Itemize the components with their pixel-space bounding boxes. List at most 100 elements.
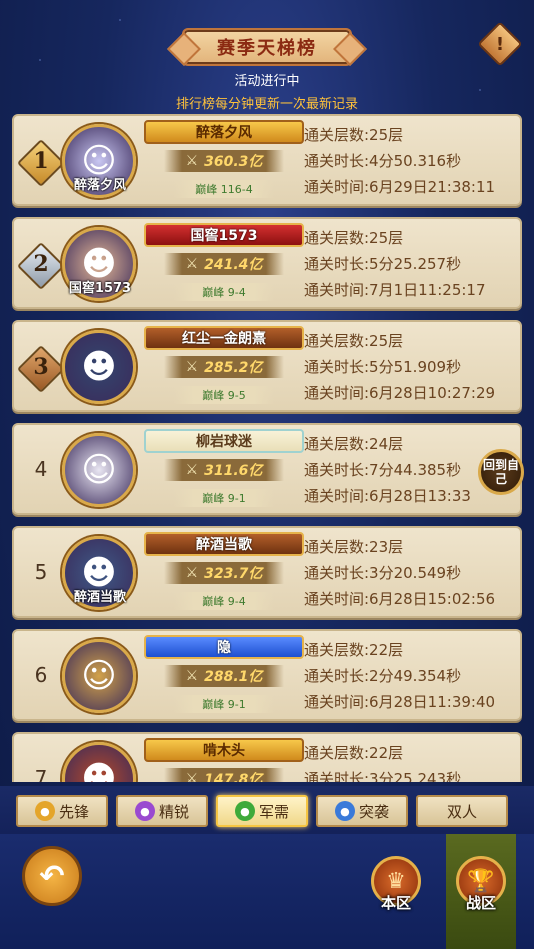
combat-power-value: 311.6亿 xyxy=(204,463,263,479)
swirl-icon: ● xyxy=(334,801,355,821)
clear-stats: 通关层数:25层 通关时长:4分50.316秒 通关时间:6月29日21:38:… xyxy=(304,122,519,200)
sword-icon: ⚔ xyxy=(185,771,199,782)
tier-label: 巅峰 9-5 xyxy=(174,386,274,404)
trophy-icon: 🏆 xyxy=(467,868,495,894)
page-title: 赛季天梯榜 xyxy=(182,28,352,66)
tier-label: 巅峰 9-4 xyxy=(174,283,274,301)
floors-cleared: 通关层数:22层 xyxy=(304,641,404,659)
rank-number: 7 xyxy=(34,766,48,782)
combat-power: ⚔ 285.2亿 xyxy=(164,356,284,378)
player-name: 醉落夕风 xyxy=(144,120,304,144)
update-note: 排行榜每分钟更新一次最新记录 xyxy=(175,97,358,112)
combat-power: ⚔ 323.7亿 xyxy=(164,562,284,584)
player-name: 醉酒当歌 xyxy=(144,532,304,556)
floors-cleared: 通关层数:22层 xyxy=(304,744,404,762)
tab-label: 先锋 xyxy=(58,802,89,821)
player-avatar[interactable]: ☺ xyxy=(62,433,136,507)
tier-label: 巅峰 9-4 xyxy=(174,592,274,610)
tab-leaf[interactable]: ● 军需 xyxy=(216,795,308,827)
player-name: 隐 xyxy=(144,635,304,659)
clear-duration: 通关时长:5分51.909秒 xyxy=(304,358,462,376)
crest-icon: ♛ xyxy=(386,868,406,894)
player-name: 国窖1573 xyxy=(144,223,304,247)
return-to-self-button[interactable]: 回到自己 xyxy=(478,449,524,495)
ranking-row[interactable]: 6 ☺ 隐 ⚔ 288.1亿 巅峰 9-1 通关层数:22层 通关时长:2分49… xyxy=(12,629,522,721)
local-server-label: 本区 xyxy=(380,894,411,912)
combat-power-value: 323.7亿 xyxy=(204,566,263,582)
clear-stats: 通关层数:22层 通关时长:2分49.354秒 通关时间:6月28日11:39:… xyxy=(304,637,519,715)
clear-stats: 通关层数:25层 通关时长:5分25.257秒 通关时间:7月1日11:25:1… xyxy=(304,225,519,303)
event-status: 活动进行中 xyxy=(234,74,300,89)
player-name: 红尘一金朗熹 xyxy=(144,326,304,350)
sword-icon: ⚔ xyxy=(185,359,199,375)
combat-power-value: 288.1亿 xyxy=(204,669,263,685)
shield-icon: ● xyxy=(34,801,55,821)
combat-power: ⚔ 241.4亿 xyxy=(164,253,284,275)
tab-crystal[interactable]: ● 精锐 xyxy=(116,795,208,827)
sword-icon: ⚔ xyxy=(185,256,199,272)
clear-time: 通关时间:6月28日10:27:29 xyxy=(304,384,496,402)
player-name: 啃木头 xyxy=(144,738,304,762)
tab-label: 精锐 xyxy=(158,802,189,821)
tab-shield[interactable]: ● 先锋 xyxy=(16,795,108,827)
combat-power-value: 360.3亿 xyxy=(204,154,263,170)
tier-label: 巅峰 9-1 xyxy=(174,489,274,507)
back-button[interactable]: ↶ xyxy=(22,846,82,906)
category-tabs: ● 先锋 ● 精锐 ● 军需 ● 突袭 双人 xyxy=(0,786,534,834)
avatar-portrait-icon: ☺ xyxy=(81,656,117,696)
tier-label: 巅峰 116-4 xyxy=(174,180,274,198)
player-avatar[interactable]: ☺ xyxy=(62,639,136,713)
clear-duration: 通关时长:4分50.316秒 xyxy=(304,152,462,170)
rank-number: 3 xyxy=(33,354,49,380)
crystal-icon: ● xyxy=(134,801,155,821)
ranking-row[interactable]: 4 ☺ 柳岩球迷 ⚔ 311.6亿 巅峰 9-1 通关层数:24层 通关时长:7… xyxy=(12,423,522,515)
info-button[interactable]: ! xyxy=(477,21,523,67)
avatar-portrait-icon: ☻ xyxy=(81,347,117,387)
avatar-name-label: 醉酒当歌 xyxy=(73,590,126,605)
player-avatar[interactable]: ☻ xyxy=(62,742,136,782)
sword-icon: ⚔ xyxy=(185,462,199,478)
combat-power-value: 241.4亿 xyxy=(204,257,263,273)
sword-icon: ⚔ xyxy=(185,565,199,581)
combat-power-value: 147.8亿 xyxy=(204,772,263,782)
floors-cleared: 通关层数:25层 xyxy=(304,126,404,144)
tab-label: 突袭 xyxy=(358,802,389,821)
ranking-row[interactable]: 1 ☺ 醉落夕风 醉落夕风 ⚔ 360.3亿 巅峰 116-4 通关层数:25层… xyxy=(12,114,522,206)
ranking-row[interactable]: 2 ☻ 国窖1573 国窖1573 ⚔ 241.4亿 巅峰 9-4 通关层数:2… xyxy=(12,217,522,309)
ranking-row[interactable]: 5 ☻ 醉酒当歌 醉酒当歌 ⚔ 323.7亿 巅峰 9-4 通关层数:23层 通… xyxy=(12,526,522,618)
info-icon: ! xyxy=(495,33,505,55)
sword-icon: ⚔ xyxy=(185,668,199,684)
avatar-portrait-icon: ☺ xyxy=(81,450,117,490)
tab-duo[interactable]: 双人 xyxy=(416,795,508,827)
floors-cleared: 通关层数:23层 xyxy=(304,538,404,556)
back-arrow-icon: ↶ xyxy=(39,858,65,894)
ranking-row[interactable]: 7 ☻ 啃木头 ⚔ 147.8亿 通关层数:22层 通关时长:3分25.243秒 xyxy=(12,732,522,782)
player-avatar[interactable]: ☻ xyxy=(62,330,136,404)
floors-cleared: 通关层数:25层 xyxy=(304,229,404,247)
clear-duration: 通关时长:5分25.257秒 xyxy=(304,255,462,273)
tier-label: 巅峰 9-1 xyxy=(174,695,274,713)
ranking-row[interactable]: 3 ☻ 红尘一金朗熹 ⚔ 285.2亿 巅峰 9-5 通关层数:25层 通关时长… xyxy=(12,320,522,412)
clear-stats: 通关层数:23层 通关时长:3分20.549秒 通关时间:6月28日15:02:… xyxy=(304,534,519,612)
rank-number: 4 xyxy=(34,457,48,481)
avatar-name-label: 醉落夕风 xyxy=(73,178,126,193)
clear-duration: 通关时长:3分25.243秒 xyxy=(304,770,462,782)
combat-power: ⚔ 311.6亿 xyxy=(164,459,284,481)
clear-stats: 通关层数:25层 通关时长:5分51.909秒 通关时间:6月28日10:27:… xyxy=(304,328,519,406)
tab-label: 双人 xyxy=(446,802,477,821)
combat-power: ⚔ 360.3亿 xyxy=(164,150,284,172)
tab-swirl[interactable]: ● 突袭 xyxy=(316,795,408,827)
clear-time: 通关时间:6月28日15:02:56 xyxy=(304,590,496,608)
clear-time: 通关时间:6月28日11:39:40 xyxy=(304,693,496,711)
ranking-list[interactable]: 1 ☺ 醉落夕风 醉落夕风 ⚔ 360.3亿 巅峰 116-4 通关层数:25层… xyxy=(0,112,534,782)
tab-label: 军需 xyxy=(258,802,289,821)
leaf-icon: ● xyxy=(234,801,255,821)
avatar-name-label: 国窖1573 xyxy=(68,281,132,296)
combat-power-value: 285.2亿 xyxy=(204,360,263,376)
rank-number: 5 xyxy=(34,560,48,584)
rank-number: 1 xyxy=(33,148,49,174)
rank-number: 2 xyxy=(33,251,49,277)
combat-power: ⚔ 288.1亿 xyxy=(164,665,284,687)
rank-number: 6 xyxy=(34,663,48,687)
bottom-nav: ↶ ♛ 本区 🏆 战区 xyxy=(0,834,534,949)
